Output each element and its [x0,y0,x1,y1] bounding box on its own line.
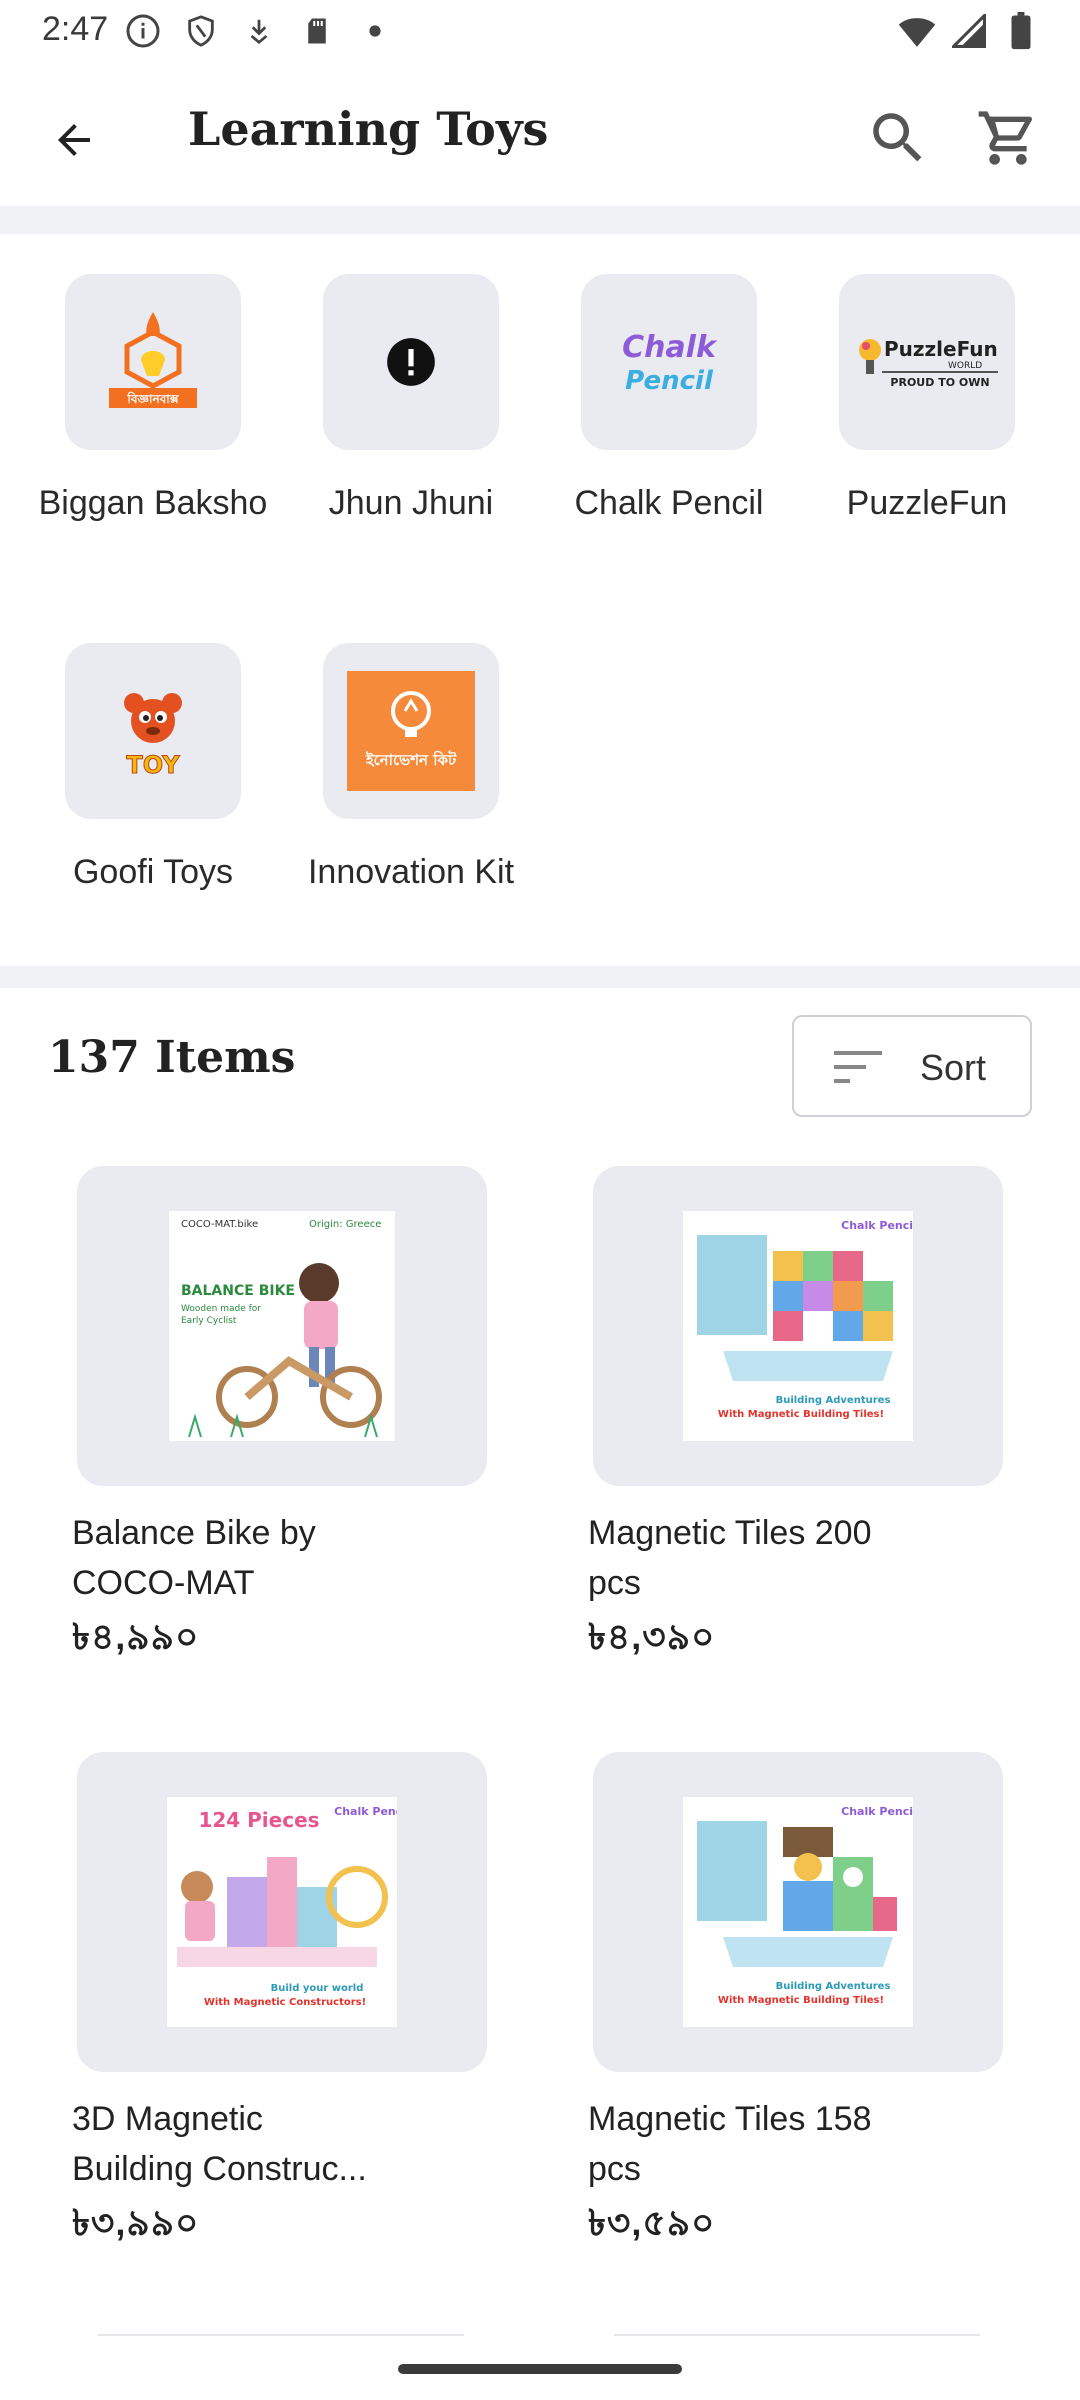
brand-item-goofi-toys[interactable]: TOY Goofi Toys [33,643,273,897]
product-image-tile: Chalk Pencil Building Adventures With Ma… [593,1166,1003,1486]
brand-label: PuzzleFun [846,484,1008,522]
product-name: Magnetic Tiles 200 pcs [588,1514,872,1602]
brand-logo-tile: PuzzleFun WORLD PROUD TO OWN [839,274,1015,450]
items-count: 137 Items [48,1032,296,1083]
svg-text:Origin: Greece: Origin: Greece [309,1219,381,1230]
puzzlefun-logo: PuzzleFun WORLD PROUD TO OWN [859,337,998,389]
brand-label: Innovation Kit [307,853,515,891]
status-bar: 2:47 [0,0,1080,64]
dot-icon [356,12,394,50]
cart-button[interactable] [968,98,1048,178]
svg-text:Chalk: Chalk [622,330,718,365]
product-image-tile: Chalk Pencil Building Adventures With Ma… [593,1752,1003,2072]
chalk-pencil-logo: Chalk Pencil [622,330,718,396]
divider [0,206,1080,234]
svg-text:With Magnetic Building Tiles!: With Magnetic Building Tiles! [718,1409,884,1420]
app-bar: Learning Toys [0,70,1080,206]
svg-text:Wooden made for: Wooden made for [181,1304,261,1314]
brand-label: Biggan Baksho [38,484,268,522]
svg-text:ইনোভেশন কিট: ইনোভেশন কিট [365,750,457,769]
svg-text:PuzzleFun: PuzzleFun [884,337,998,361]
svg-text:Chalk Pencil: Chalk Pencil [841,1805,913,1818]
signal-icon [950,12,988,50]
brand-label: Goofi Toys [72,853,233,891]
sort-label: Sort [920,1047,987,1088]
product-card[interactable]: Chalk Pencil Building Adventures With Ma… [588,1166,1048,1670]
product-image-tile: Chalk Pencil 124 Pieces Build your world… [77,1752,487,2072]
back-button[interactable] [36,102,112,178]
brand-item-biggan-baksho[interactable]: বিজ্ঞানবাক্স Biggan Baksho [33,274,273,528]
product-price: ৳৩,৫৯০ [588,2202,716,2243]
svg-text:With Magnetic Constructors!: With Magnetic Constructors! [204,1997,366,2008]
product-image-tile: COCO-MAT.bike Origin: Greece BALANCE BIK… [77,1166,487,1486]
innovation-kit-logo: ইনোভেশন কিট [347,671,475,791]
svg-text:Pencil: Pencil [625,366,714,396]
brand-logo-tile [323,274,499,450]
product-image-balance-bike: COCO-MAT.bike Origin: Greece BALANCE BIK… [169,1211,395,1441]
brand-item-innovation-kit[interactable]: ইনোভেশন কিট Innovation Kit [291,643,531,897]
product-card[interactable]: Chalk Pencil Building Adventures With Ma… [588,1752,1048,2256]
svg-text:With Magnetic Building Tiles!: With Magnetic Building Tiles! [718,1995,884,2006]
search-button[interactable] [858,98,938,178]
product-name: Magnetic Tiles 158 pcs [588,2100,872,2188]
shield-icon [182,12,220,50]
product-price: ৳৪,৯৯০ [72,1616,200,1657]
svg-text:TOY: TOY [126,751,180,779]
sort-button[interactable]: Sort [792,1015,1032,1117]
next-row-edge [614,2334,980,2336]
status-icons-right [898,12,1040,50]
svg-text:124 Pieces: 124 Pieces [198,1808,319,1832]
svg-text:Early Cyclist: Early Cyclist [181,1316,237,1326]
svg-text:COCO-MAT.bike: COCO-MAT.bike [181,1219,258,1230]
product-price: ৳৩,৯৯০ [72,2202,200,2243]
brand-logo-tile: ইনোভেশন কিট [323,643,499,819]
biggan-baksho-logo: বিজ্ঞানবাক্স [109,312,197,408]
battery-icon [1002,12,1040,50]
brand-item-jhun-jhuni[interactable]: Jhun Jhuni [291,274,531,528]
svg-text:Chalk Pencil: Chalk Pencil [334,1805,397,1818]
sort-icon [834,1051,882,1083]
svg-text:Building Adventures: Building Adventures [776,1395,891,1406]
svg-text:Chalk Pencil: Chalk Pencil [841,1219,913,1232]
search-icon [873,113,922,162]
goofi-toys-logo: TOY [124,693,182,780]
product-image-3d-magnetic: Chalk Pencil 124 Pieces Build your world… [167,1797,397,2027]
home-indicator[interactable] [398,2364,682,2374]
status-time: 2:47 [42,10,109,48]
product-card[interactable]: COCO-MAT.bike Origin: Greece BALANCE BIK… [72,1166,532,1670]
page-title: Learning Toys [188,102,549,156]
product-name: Balance Bike by COCO-MAT [72,1514,316,1602]
arrow-back-icon [58,124,90,156]
sd-card-icon [298,12,336,50]
svg-text:বিজ্ঞানবাক্স: বিজ্ঞানবাক্স [126,391,179,406]
brand-label: Jhun Jhuni [328,484,494,522]
wifi-icon [898,12,936,50]
svg-text:Building Adventures: Building Adventures [776,1981,891,1992]
divider [0,966,1080,988]
product-image-magnetic-tiles-200: Chalk Pencil Building Adventures With Ma… [683,1211,913,1441]
product-card[interactable]: Chalk Pencil 124 Pieces Build your world… [72,1752,532,2256]
brand-logo-tile: Chalk Pencil [581,274,757,450]
brand-logo-tile: TOY [65,643,241,819]
product-image-magnetic-tiles-158: Chalk Pencil Building Adventures With Ma… [683,1797,913,2027]
error-icon [387,338,435,386]
info-icon [124,12,162,50]
download-icon [240,12,278,50]
svg-text:BALANCE BIKE: BALANCE BIKE [181,1283,295,1299]
brand-logo-tile: বিজ্ঞানবাক্স [65,274,241,450]
product-price: ৳৪,৩৯০ [588,1616,716,1657]
brand-item-chalk-pencil[interactable]: Chalk Pencil Chalk Pencil [549,274,789,528]
brand-label: Chalk Pencil [574,484,764,522]
status-icons-left [124,12,394,50]
svg-text:PROUD TO OWN: PROUD TO OWN [890,376,989,389]
svg-text:Build your world: Build your world [271,1983,364,1994]
next-row-edge [98,2334,464,2336]
svg-text:WORLD: WORLD [948,361,982,371]
product-name: 3D Magnetic Building Construc... [72,2100,367,2188]
cart-icon [978,111,1032,165]
brand-item-puzzlefun[interactable]: PuzzleFun WORLD PROUD TO OWN PuzzleFun [807,274,1047,528]
